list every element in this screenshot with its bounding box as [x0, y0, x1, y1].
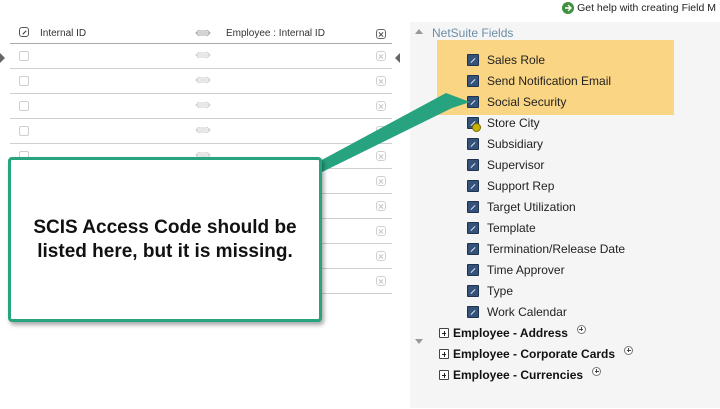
edit-icon[interactable] — [19, 27, 29, 37]
help-icon — [562, 2, 575, 14]
help-link[interactable]: Get help with creating Field M — [562, 2, 716, 14]
map-arrow-icon — [195, 101, 211, 109]
scroll-down-icon[interactable] — [415, 339, 423, 344]
map-arrow-icon — [195, 29, 211, 37]
field-item[interactable]: Support Rep — [467, 177, 554, 195]
field-label: Work Calendar — [487, 305, 567, 319]
add-circle-icon[interactable] — [576, 324, 586, 334]
row-edit-icon[interactable] — [19, 76, 29, 86]
field-label: Social Security — [487, 95, 567, 109]
field-group[interactable]: Employee - Currencies — [439, 366, 602, 384]
map-arrow-icon — [195, 51, 211, 59]
field-item[interactable]: Target Utilization — [467, 198, 576, 216]
field-group[interactable]: Employee - Corporate Cards — [439, 345, 634, 363]
mapping-row[interactable] — [10, 94, 392, 119]
field-label: Supervisor — [487, 158, 545, 172]
row-delete-icon[interactable] — [376, 101, 386, 111]
field-label: Sales Role — [487, 53, 546, 67]
row-delete-icon[interactable] — [376, 251, 386, 261]
add-circle-icon[interactable] — [624, 345, 634, 355]
field-group[interactable]: Employee - Address — [439, 324, 586, 342]
group-label: Employee - Currencies — [453, 368, 584, 382]
field-icon — [467, 159, 479, 171]
row-delete-icon[interactable] — [376, 126, 386, 136]
scroll-up-icon[interactable] — [415, 29, 423, 34]
field-label: Template — [487, 221, 536, 235]
field-label: Subsidiary — [487, 137, 544, 151]
field-item[interactable]: Store City — [467, 114, 540, 132]
row-edit-icon[interactable] — [19, 101, 29, 111]
row-delete-icon[interactable] — [376, 76, 386, 86]
mapping-row[interactable] — [10, 69, 392, 94]
field-label: Termination/Release Date — [487, 242, 626, 256]
annotation-callout: SCIS Access Code should be listed here, … — [8, 157, 322, 322]
field-item[interactable]: Template — [467, 219, 536, 237]
row-delete-icon[interactable] — [376, 226, 386, 236]
expand-icon[interactable] — [439, 349, 449, 359]
field-label: Time Approver — [487, 263, 565, 277]
field-label: Type — [487, 284, 514, 298]
row-delete-icon[interactable] — [376, 151, 386, 161]
row-edit-icon[interactable] — [19, 51, 29, 61]
help-link-label: Get help with creating Field M — [577, 2, 716, 14]
field-icon — [467, 264, 479, 276]
field-label: Target Utilization — [487, 200, 576, 214]
field-label: Store City — [487, 116, 540, 130]
field-item[interactable]: Subsidiary — [467, 135, 543, 153]
expand-icon[interactable] — [439, 370, 449, 380]
field-icon — [467, 306, 479, 318]
field-item[interactable]: Sales Role — [467, 51, 545, 69]
field-icon — [467, 75, 479, 87]
field-item[interactable]: Time Approver — [467, 261, 565, 279]
field-icon — [467, 96, 479, 108]
mapping-row[interactable] — [10, 44, 392, 69]
callout-text: SCIS Access Code should be listed here, … — [33, 216, 297, 262]
field-icon — [467, 243, 479, 255]
field-item[interactable]: Supervisor — [467, 156, 544, 174]
target-field-label[interactable]: Employee : Internal ID — [226, 28, 325, 39]
group-label: Employee - Address — [453, 326, 568, 340]
collapse-right-icon[interactable] — [395, 53, 400, 63]
map-arrow-icon — [195, 76, 211, 84]
mapping-row[interactable] — [10, 119, 392, 144]
field-icon — [467, 222, 479, 234]
field-item[interactable]: Type — [467, 282, 513, 300]
field-label: Send Notification Email — [487, 74, 612, 88]
field-icon — [467, 180, 479, 192]
field-item[interactable]: Termination/Release Date — [467, 240, 625, 258]
field-icon — [467, 285, 479, 297]
row-delete-icon[interactable] — [376, 176, 386, 186]
expand-icon[interactable] — [439, 328, 449, 338]
field-icon — [467, 138, 479, 150]
field-item[interactable]: Social Security — [467, 93, 566, 111]
group-label: Employee - Corporate Cards — [453, 347, 616, 361]
row-edit-icon[interactable] — [19, 126, 29, 136]
row-delete-icon[interactable] — [376, 276, 386, 286]
lookup-field-icon — [467, 117, 481, 132]
panel-title: NetSuite Fields — [432, 26, 514, 40]
netsuite-fields-panel: NetSuite Fields Sales Role Send Notificat… — [410, 22, 720, 408]
field-item[interactable]: Send Notification Email — [467, 72, 611, 90]
field-label: Support Rep — [487, 179, 555, 193]
row-delete-icon[interactable] — [376, 51, 386, 61]
delete-icon[interactable] — [376, 29, 386, 39]
collapse-left-icon[interactable] — [0, 53, 5, 63]
source-field-label[interactable]: Internal ID — [40, 28, 86, 39]
field-item[interactable]: Work Calendar — [467, 303, 567, 321]
mapping-header-row: Internal ID Employee : Internal ID — [10, 22, 392, 44]
map-arrow-icon — [195, 126, 211, 134]
field-icon — [467, 201, 479, 213]
add-circle-icon[interactable] — [592, 366, 602, 376]
field-icon — [467, 54, 479, 66]
row-delete-icon[interactable] — [376, 201, 386, 211]
